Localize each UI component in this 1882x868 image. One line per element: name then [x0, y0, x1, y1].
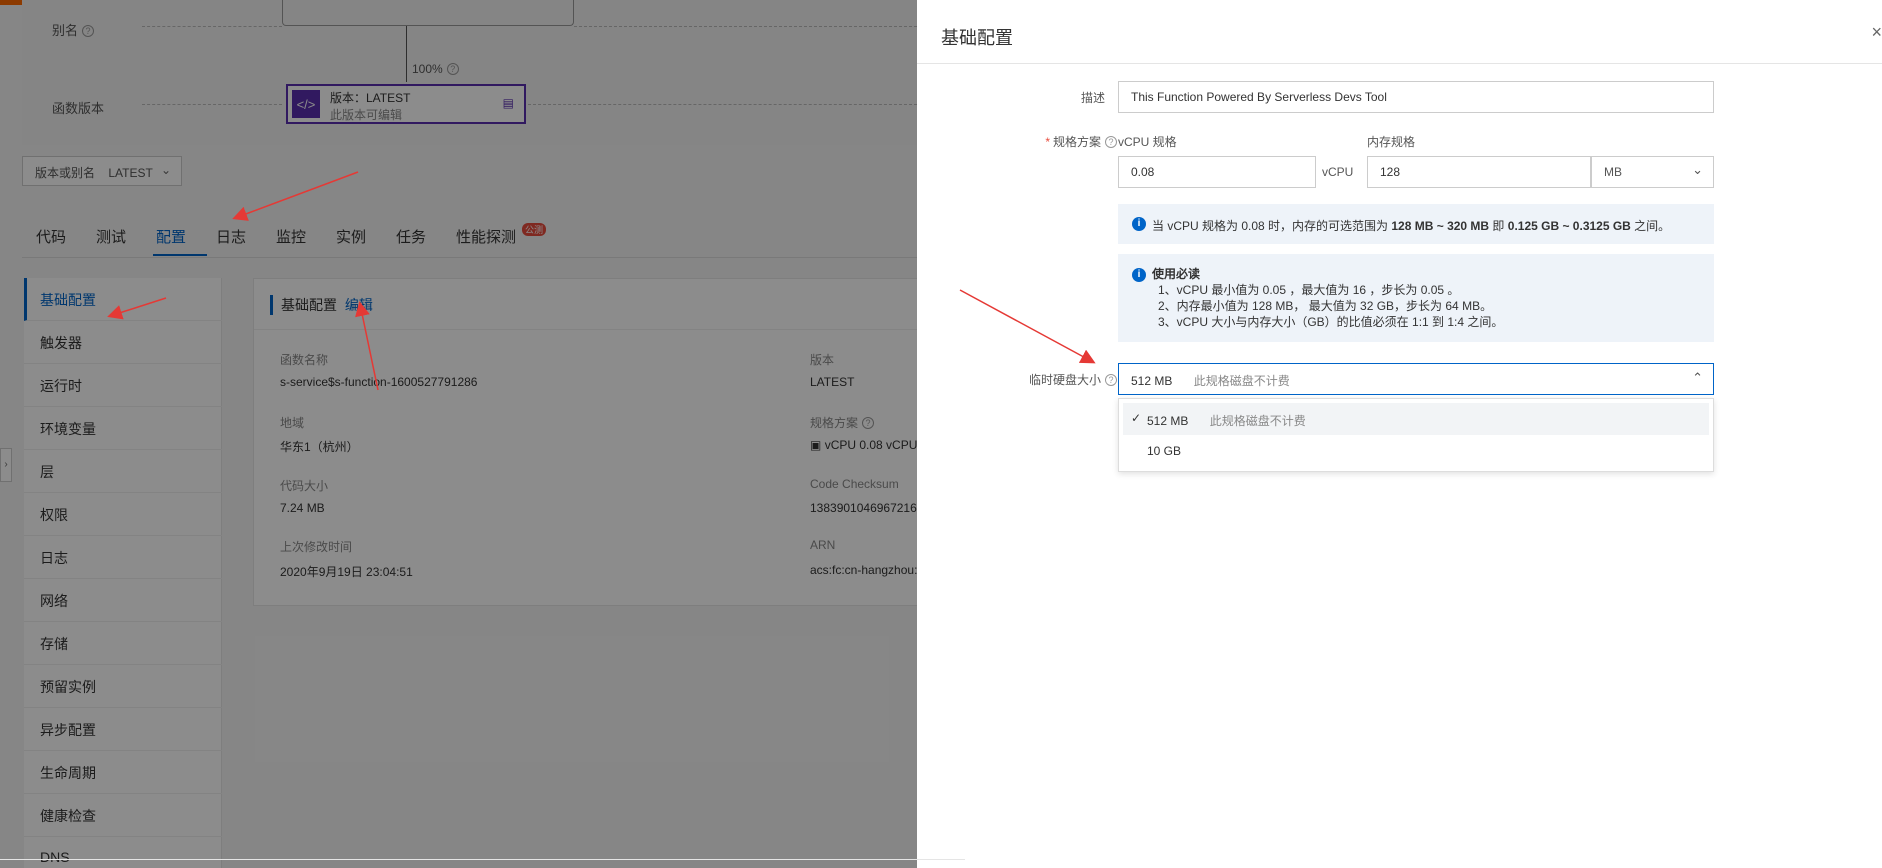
close-icon[interactable]: ×	[1871, 22, 1882, 43]
disk-option-value: 512 MB	[1147, 414, 1189, 428]
description-label: 描述	[1080, 91, 1105, 105]
disk-option-512mb[interactable]: ✓ 512 MB 此规格磁盘不计费	[1123, 403, 1709, 435]
usage-notice: i 使用必读 1、vCPU 最小值为 0.05 ，最大值为 16 ，步长为 0.…	[1118, 254, 1714, 342]
memory-input[interactable]: 128	[1367, 156, 1591, 188]
drawer-footer-divider	[0, 859, 965, 860]
drawer-header: 基础配置 ×	[917, 0, 1882, 64]
usage-notice-title: 使用必读	[1152, 267, 1201, 281]
help-icon[interactable]: ?	[1105, 374, 1117, 386]
check-icon: ✓	[1131, 411, 1142, 425]
disk-option-value: 10 GB	[1147, 444, 1182, 458]
vcpu-input[interactable]: 0.08	[1118, 156, 1316, 188]
chevron-down-icon: ⌄	[1692, 162, 1703, 177]
disk-option-10gb[interactable]: 10 GB	[1123, 435, 1709, 467]
disk-size-dropdown: ✓ 512 MB 此规格磁盘不计费 10 GB	[1118, 398, 1714, 472]
spec-form-label: * 规格方案?	[997, 133, 1117, 150]
disk-option-sub: 此规格磁盘不计费	[1209, 414, 1306, 428]
description-input[interactable]: This Function Powered By Serverless Devs…	[1118, 81, 1714, 113]
vcpu-spec-label: vCPU 规格	[1118, 135, 1177, 149]
chevron-up-icon: ⌃	[1692, 370, 1703, 385]
disk-size-label: 临时硬盘大小?	[997, 371, 1117, 388]
usage-notice-line: 1、vCPU 最小值为 0.05 ，最大值为 16 ，步长为 0.05 。	[1158, 283, 1460, 297]
usage-notice-line: 3、vCPU 大小与内存大小（GB）的比值必须在 1:1 到 1:4 之间。	[1158, 315, 1504, 329]
disk-size-select[interactable]: 512 MB 此规格磁盘不计费 ⌃	[1118, 363, 1714, 395]
memory-unit-select[interactable]: MB ⌄	[1591, 156, 1714, 188]
spec-range-text: 当 vCPU 规格为 0.08 时，内存的可选范围为 128 MB ~ 320 …	[1152, 219, 1671, 233]
disk-size-value: 512 MB	[1131, 374, 1173, 388]
info-icon: i	[1132, 268, 1146, 282]
drawer-title: 基础配置	[941, 28, 1013, 48]
memory-unit-value: MB	[1604, 165, 1622, 179]
vcpu-unit: vCPU	[1322, 165, 1354, 179]
info-icon: i	[1132, 217, 1146, 231]
help-icon[interactable]: ?	[1105, 136, 1117, 148]
disk-size-sub: 此规格磁盘不计费	[1193, 374, 1290, 388]
spec-range-notice: i 当 vCPU 规格为 0.08 时，内存的可选范围为 128 MB ~ 32…	[1118, 204, 1714, 244]
modal-backdrop[interactable]	[0, 0, 917, 868]
usage-notice-line: 2、内存最小值为 128 MB， 最大值为 32 GB，步长为 64 MB。	[1158, 299, 1493, 313]
memory-spec-label: 内存规格	[1367, 135, 1416, 149]
function-detail-page: 别名? 100%? 函数版本 </> 版本：LATEST 此版本可编辑 ▤ 版本…	[0, 0, 917, 868]
